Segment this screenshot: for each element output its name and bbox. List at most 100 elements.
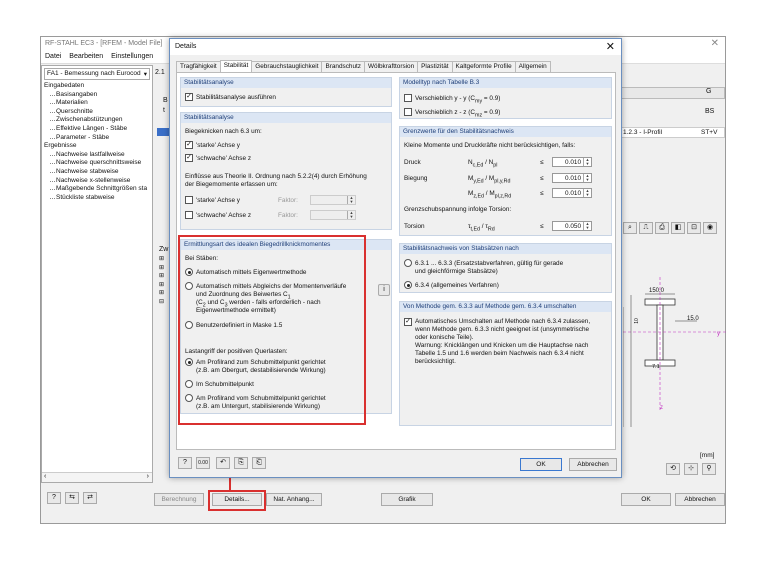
torsion-ratio: τt,Ed / τRd xyxy=(468,223,495,233)
spin-arrows-icon[interactable]: ▲ ▼ xyxy=(347,211,355,219)
spin-arrows-icon[interactable]: ▲ ▼ xyxy=(347,196,355,204)
verschieblich-z-checkbox[interactable] xyxy=(404,108,412,116)
biegung-y-input[interactable]: 0.010 ▲ ▼ xyxy=(552,173,592,183)
close-icon[interactable]: ✕ xyxy=(606,40,615,53)
weak-axis-checkbox[interactable]: ✓ xyxy=(185,154,193,162)
reset-icon[interactable]: ↶ xyxy=(216,457,230,469)
biegung-z-input[interactable]: 0.010 ▲ ▼ xyxy=(552,188,592,198)
spin-arrows-icon[interactable]: ▲ ▼ xyxy=(583,189,591,197)
section-header: Modelltyp nach Tabelle B.3 xyxy=(400,78,611,88)
tree-item[interactable]: Nachweise querschnittsweise xyxy=(42,159,152,168)
faktor-label-y: Faktor: xyxy=(278,197,298,204)
le-symbol: ≤ xyxy=(540,159,544,166)
strong-axis-checkbox[interactable]: ✓ xyxy=(185,141,193,149)
view-icon[interactable]: ◉ xyxy=(703,222,717,234)
tab-plastizitaet[interactable]: Plastizität xyxy=(417,61,453,72)
druck-input[interactable]: 0.010 ▲ ▼ xyxy=(552,157,592,167)
case-combo[interactable]: FA1 - Bemessung nach Eurocod ▾ xyxy=(44,68,150,80)
tab-woelbkrafttorsion[interactable]: Wölbkrafttorsion xyxy=(364,61,419,72)
help-icon[interactable]: ? xyxy=(47,492,61,504)
graphic-zoom-icon[interactable]: ⚲ xyxy=(702,463,716,475)
grafik-button[interactable]: Grafik xyxy=(381,493,433,506)
print-icon[interactable]: ⎙ xyxy=(655,222,669,234)
druck-label: Druck xyxy=(404,159,421,166)
tree-item[interactable]: Materialien xyxy=(42,99,152,108)
tree-item[interactable]: Parameter - Stäbe xyxy=(42,134,152,143)
umschalten-checkbox[interactable]: ✓ xyxy=(404,318,412,326)
biegung-z-ratio: Mz,Ed / Mpl,z,Rd xyxy=(468,190,512,200)
tree-item[interactable]: Querschnitte xyxy=(42,108,152,117)
save-icon[interactable]: ⎗ xyxy=(252,457,266,469)
tree-item[interactable]: Nachweise x-stellenweise xyxy=(42,177,152,186)
menu-datei[interactable]: Datei xyxy=(45,53,61,60)
tab-allgemein[interactable]: Allgemein xyxy=(514,61,551,72)
grenz-intro: Kleine Momente und Druckkräfte nicht ber… xyxy=(404,142,576,149)
nat-anhang-button[interactable]: Nat. Anhang... xyxy=(266,493,322,506)
torsion-input[interactable]: 0.050 ▲ ▼ xyxy=(552,221,592,231)
tree-item[interactable]: Nachweise stabweise xyxy=(42,168,152,177)
main-close-icon[interactable]: ✕ xyxy=(711,38,719,49)
load-icon[interactable]: ⎘ xyxy=(234,457,248,469)
tree-item[interactable]: Basisangaben xyxy=(42,91,152,100)
case-number: 2.1 xyxy=(155,69,165,76)
color-icon[interactable]: ◧ xyxy=(671,222,685,234)
tab-panel: Stabilitätsanalyse ✓ Stabilitätsanalyse … xyxy=(176,72,616,450)
section-header: Von Methode gem. 6.3.3 auf Methode gem. … xyxy=(400,302,611,312)
section-grenz: Grenzwerte für den Stabilitätsnachweis K… xyxy=(399,126,612,236)
tree-scrollbar[interactable]: ‹ › xyxy=(42,472,152,482)
weak-axis-label: 'schwache' Achse z xyxy=(196,155,252,162)
biegung-label: Biegung xyxy=(404,175,428,182)
faktor-y-input[interactable]: ▲ ▼ xyxy=(310,195,356,205)
allgemein-radio[interactable] xyxy=(404,281,412,289)
tree-item[interactable]: Maßgebende Schnittgrößen sta xyxy=(42,185,152,194)
import-icon[interactable]: ⇆ xyxy=(65,492,79,504)
tab-stabilitaet[interactable]: Stabilität xyxy=(219,60,253,72)
einfluss-label-1: Einflüsse aus Theorie II. Ordnung nach 5… xyxy=(185,173,367,180)
dialog-abbrechen-button[interactable]: Abbrechen xyxy=(569,458,617,471)
tab-tragfaehigkeit[interactable]: Tragfähigkeit xyxy=(176,61,221,72)
tree-item[interactable]: Zwischenabstützungen xyxy=(42,116,152,125)
col-g-header: G xyxy=(706,88,712,95)
dim-right: 15.0 xyxy=(687,316,699,322)
select-icon[interactable]: ⊡ xyxy=(687,222,701,234)
spin-arrows-icon[interactable]: ▲ ▼ xyxy=(583,158,591,166)
einfluss-weak-checkbox[interactable] xyxy=(185,211,193,219)
verschieblich-y-checkbox[interactable] xyxy=(404,94,412,102)
decimal-icon[interactable]: 0.00 xyxy=(196,457,210,469)
le-symbol: ≤ xyxy=(540,190,544,197)
einfluss-strong-checkbox[interactable] xyxy=(185,196,193,204)
tree-item[interactable]: Effektive Längen - Stäbe xyxy=(42,125,152,134)
export-icon[interactable]: ⇄ xyxy=(83,492,97,504)
dialog-titlebar: Details ✕ xyxy=(170,39,621,55)
tab-bar: Tragfähigkeit Stabilität Gebrauchstauglich… xyxy=(176,60,551,72)
chart-icon[interactable]: ⎍ xyxy=(639,222,653,234)
section-stab1: Stabilitätsanalyse ✓ Stabilitätsanalyse … xyxy=(180,77,392,107)
spin-arrows-icon[interactable]: ▲ ▼ xyxy=(583,174,591,182)
stabilitaet-ausfuehren-checkbox[interactable]: ✓ xyxy=(185,93,193,101)
tab-kaltgeformte-profile[interactable]: Kaltgeformte Profile xyxy=(451,61,516,72)
tree-group-results[interactable]: Ergebnisse xyxy=(42,142,152,151)
spin-arrows-icon[interactable]: ▲ ▼ xyxy=(583,222,591,230)
tab-gebrauchstauglichkeit[interactable]: Gebrauchstauglichkeit xyxy=(251,61,323,72)
berechnung-button[interactable]: Berechnung xyxy=(154,493,204,506)
filter-icon[interactable]: ⌕ xyxy=(623,222,637,234)
main-ok-button[interactable]: OK xyxy=(621,493,671,506)
menu-bearbeiten[interactable]: Bearbeiten xyxy=(69,53,103,60)
cross-section-sketch: y z xyxy=(623,277,727,427)
verschieblich-y-label: Verschieblich y - y (Cmy = 0.9) xyxy=(415,95,501,105)
menu-einstellungen[interactable]: Einstellungen xyxy=(111,53,153,60)
tab-brandschutz[interactable]: Brandschutz xyxy=(321,61,365,72)
le-symbol: ≤ xyxy=(540,223,544,230)
tree-group-input[interactable]: Eingabedaten xyxy=(42,82,152,91)
info-icon[interactable]: i xyxy=(378,284,390,296)
main-abbrechen-button[interactable]: Abbrechen xyxy=(675,493,725,506)
faktor-z-input[interactable]: ▲ ▼ xyxy=(310,210,356,220)
tree-item[interactable]: Nachweise lastfallweise xyxy=(42,151,152,160)
graphic-axis-icon[interactable]: ⊹ xyxy=(684,463,698,475)
svg-text:z: z xyxy=(660,405,663,411)
help-icon[interactable]: ? xyxy=(178,457,192,469)
graphic-tool-icon[interactable]: ⟲ xyxy=(666,463,680,475)
ersatzstab-radio[interactable] xyxy=(404,259,412,267)
tree-item[interactable]: Stückliste stabweise xyxy=(42,194,152,203)
dialog-ok-button[interactable]: OK xyxy=(520,458,562,471)
